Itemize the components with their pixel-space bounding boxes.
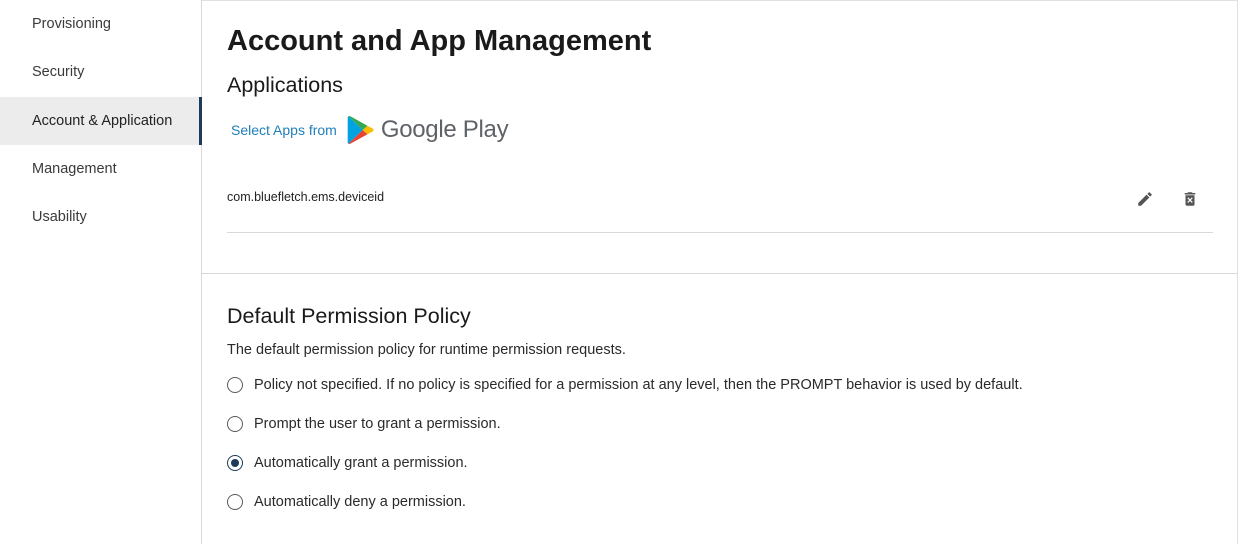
applications-heading: Applications [227, 73, 343, 97]
edit-app-button[interactable] [1134, 188, 1156, 210]
permission-policy-description: The default permission policy for runtim… [227, 342, 626, 358]
policy-option-auto-deny[interactable]: Automatically deny a permission. [227, 494, 466, 510]
sidebar-item-label: Usability [32, 209, 87, 225]
trash-icon [1184, 192, 1196, 206]
sidebar: Provisioning Security Account & Applicat… [0, 0, 202, 544]
radio-button[interactable] [227, 377, 243, 393]
main-content: Account and App Management Applications … [202, 0, 1238, 544]
policy-option-label: Automatically deny a permission. [254, 494, 466, 510]
select-apps-google-play-link[interactable]: Select Apps from Google Play [231, 113, 509, 147]
sidebar-item-label: Management [32, 161, 117, 177]
radio-button-selected[interactable] [227, 455, 243, 471]
policy-option-label: Automatically grant a permission. [254, 455, 468, 471]
sidebar-item-management[interactable]: Management [0, 145, 202, 193]
policy-option-not-specified[interactable]: Policy not specified. If no policy is sp… [227, 377, 1023, 393]
sidebar-item-label: Security [32, 64, 85, 80]
sidebar-item-usability[interactable]: Usability [0, 193, 202, 241]
policy-option-label: Policy not specified. If no policy is sp… [254, 377, 1023, 393]
radio-button[interactable] [227, 416, 243, 432]
section-divider [202, 273, 1237, 274]
page-title: Account and App Management [227, 25, 652, 57]
pencil-icon [1138, 192, 1152, 206]
sidebar-item-label: Provisioning [32, 16, 111, 32]
sidebar-item-provisioning[interactable]: Provisioning [0, 0, 202, 48]
app-package-name: com.bluefletch.ems.deviceid [227, 190, 385, 204]
google-play-icon [347, 115, 374, 145]
table-row: com.bluefletch.ems.deviceid [227, 173, 1213, 233]
app-frame: Provisioning Security Account & Applicat… [0, 0, 1238, 544]
permission-policy-heading: Default Permission Policy [227, 304, 471, 328]
select-apps-label: Select Apps from [231, 122, 337, 138]
google-play-logo: Google Play [347, 115, 509, 145]
sidebar-item-security[interactable]: Security [0, 48, 202, 96]
sidebar-item-label: Account & Application [32, 113, 173, 129]
policy-option-prompt[interactable]: Prompt the user to grant a permission. [227, 416, 501, 432]
google-play-wordmark: Google Play [380, 116, 509, 143]
delete-app-button[interactable] [1179, 188, 1201, 210]
policy-option-label: Prompt the user to grant a permission. [254, 416, 501, 432]
policy-option-auto-grant[interactable]: Automatically grant a permission. [227, 455, 468, 471]
sidebar-item-account-application[interactable]: Account & Application [0, 97, 202, 145]
radio-button[interactable] [227, 494, 243, 510]
